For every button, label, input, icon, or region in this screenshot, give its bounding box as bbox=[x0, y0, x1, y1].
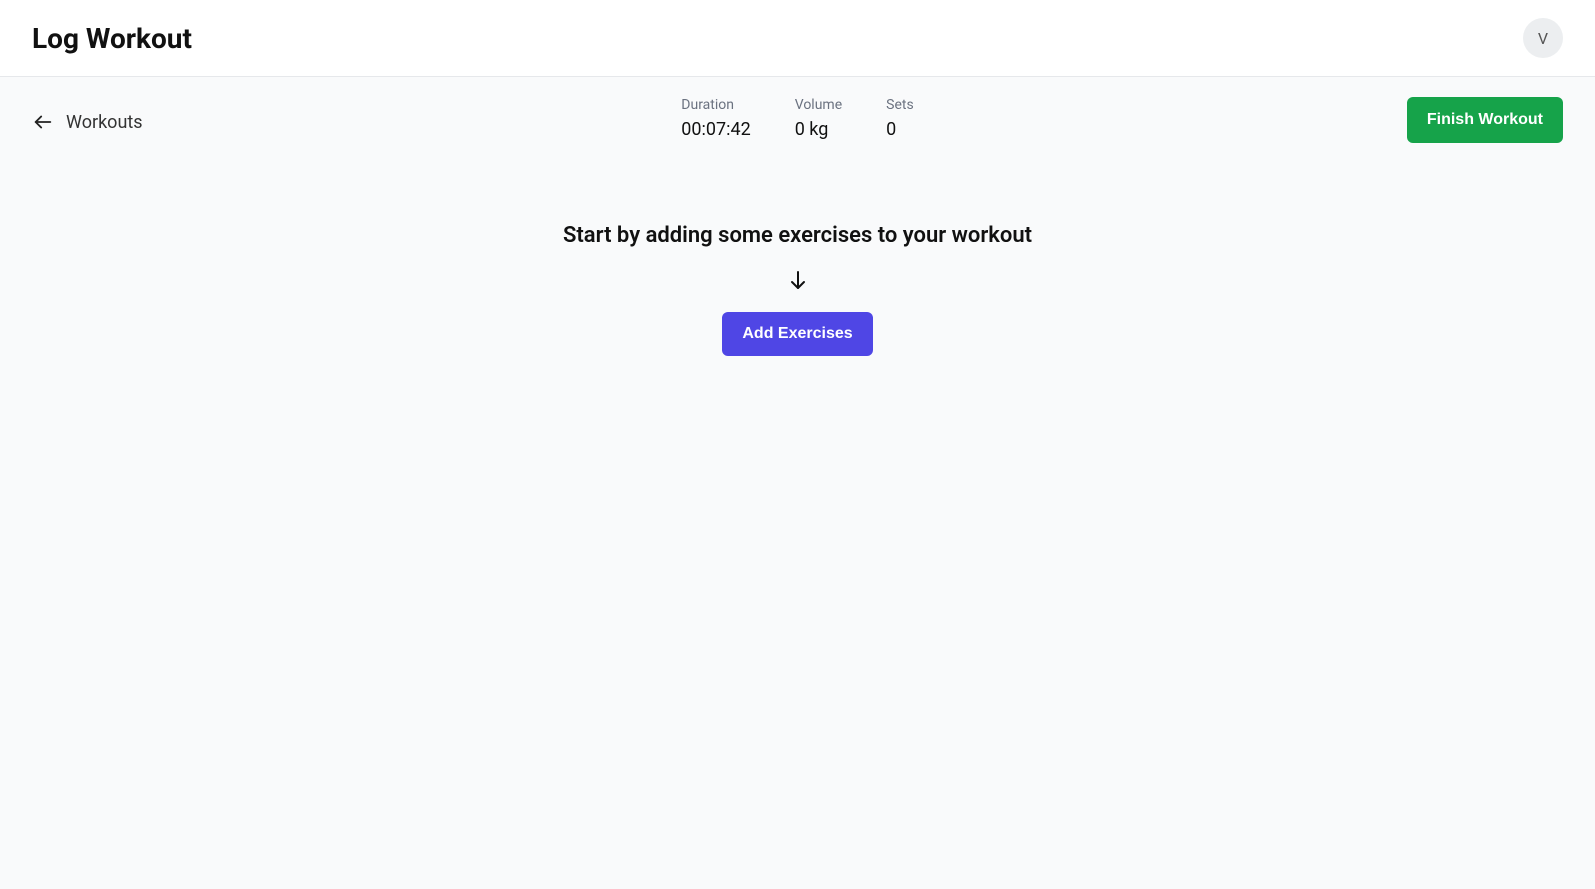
stat-duration-value: 00:07:42 bbox=[681, 119, 750, 140]
app-header: Log Workout V bbox=[0, 0, 1595, 77]
stat-sets: Sets 0 bbox=[886, 97, 914, 140]
stat-sets-value: 0 bbox=[886, 119, 914, 140]
back-nav[interactable]: Workouts bbox=[32, 97, 661, 133]
stat-volume: Volume 0 kg bbox=[795, 97, 842, 140]
finish-workout-button[interactable]: Finish Workout bbox=[1407, 97, 1563, 143]
finish-area: Finish Workout bbox=[1407, 97, 1563, 143]
toolbar: Workouts Duration 00:07:42 Volume 0 kg S… bbox=[32, 97, 1563, 143]
arrow-left-icon bbox=[32, 111, 54, 133]
stat-duration: Duration 00:07:42 bbox=[681, 97, 750, 140]
page-title: Log Workout bbox=[32, 22, 192, 55]
empty-heading: Start by adding some exercises to your w… bbox=[563, 223, 1032, 248]
arrow-down-icon bbox=[786, 268, 810, 292]
empty-state: Start by adding some exercises to your w… bbox=[32, 223, 1563, 356]
avatar-initial: V bbox=[1538, 29, 1548, 48]
stat-duration-label: Duration bbox=[681, 97, 750, 113]
stat-sets-label: Sets bbox=[886, 97, 914, 113]
stat-volume-label: Volume bbox=[795, 97, 842, 113]
avatar[interactable]: V bbox=[1523, 18, 1563, 58]
back-label: Workouts bbox=[66, 112, 143, 133]
stat-volume-value: 0 kg bbox=[795, 119, 842, 140]
add-exercises-button[interactable]: Add Exercises bbox=[722, 312, 872, 356]
workout-stats: Duration 00:07:42 Volume 0 kg Sets 0 bbox=[681, 97, 913, 140]
main-content: Workouts Duration 00:07:42 Volume 0 kg S… bbox=[0, 77, 1595, 889]
